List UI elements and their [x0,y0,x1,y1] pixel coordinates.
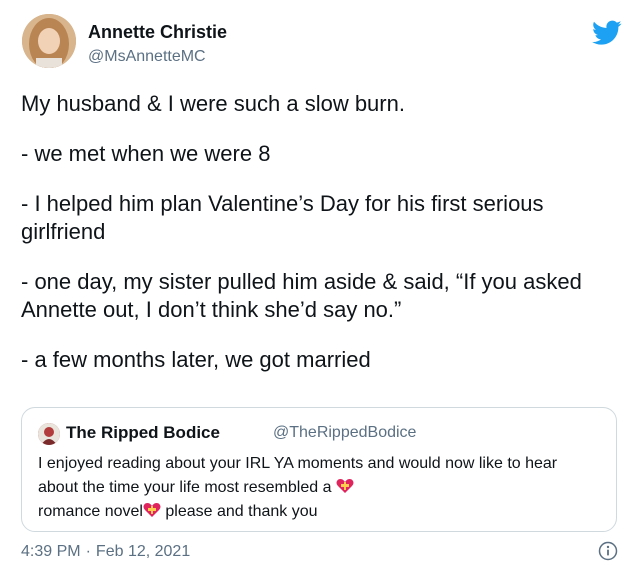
heart-with-ribbon-icon [143,502,161,518]
author-display-name[interactable]: Annette Christie [88,22,227,43]
tweet-card: Annette Christie @MsAnnetteMC My husband… [0,0,640,573]
quoted-author-handle[interactable]: @TheRippedBodice [273,424,416,442]
quoted-tweet[interactable]: The Ripped Bodice @TheRippedBodice I enj… [21,407,617,532]
tweet-timestamp[interactable]: 4:39 PM · Feb 12, 2021 [21,543,190,561]
tweet-date[interactable]: Feb 12, 2021 [96,543,190,560]
tweet-time[interactable]: 4:39 PM [21,543,81,560]
tweet-line: My husband & I were such a slow burn. [21,91,405,116]
tweet-line: - one day, my sister pulled him aside & … [21,269,582,322]
author-handle[interactable]: @MsAnnetteMC [88,48,206,66]
tweet-body: My husband & I were such a slow burn. - … [21,90,621,396]
tweet-line: - we met when we were 8 [21,141,271,166]
twitter-bird-icon[interactable] [592,20,622,46]
tweet-line: - I helped him plan Valentine’s Day for … [21,191,544,244]
quoted-author-avatar[interactable] [38,423,60,445]
info-icon[interactable] [598,541,618,561]
quoted-text-part: romance novel [38,503,143,520]
quoted-text-part: I enjoyed reading about your IRL YA mome… [38,455,558,496]
quoted-text-part: please and thank you [165,503,318,520]
author-avatar[interactable] [22,14,76,68]
heart-with-ribbon-icon [336,478,354,494]
tweet-line: - a few months later, we got married [21,347,371,372]
timestamp-separator: · [85,543,91,560]
quoted-author-name[interactable]: The Ripped Bodice [66,423,220,443]
quoted-tweet-text: I enjoyed reading about your IRL YA mome… [38,452,598,524]
